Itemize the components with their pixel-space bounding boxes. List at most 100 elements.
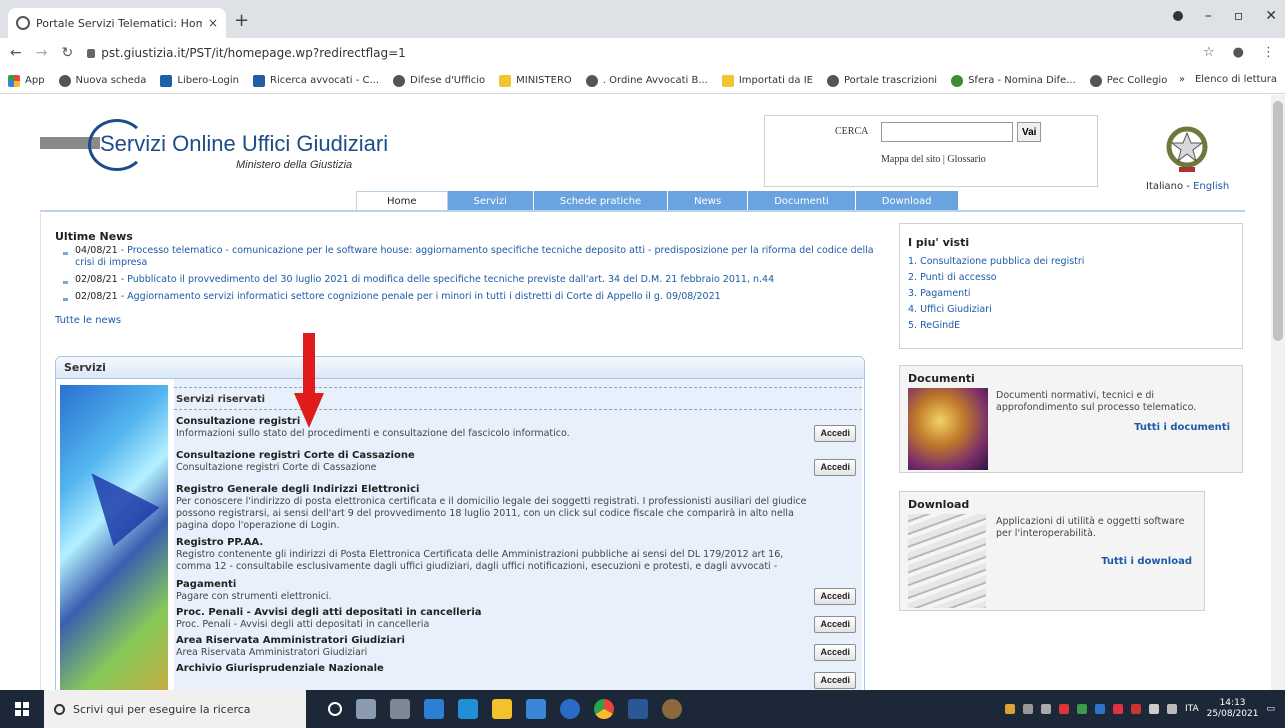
all-downloads-link[interactable]: Tutti i download (1101, 556, 1192, 567)
accedi-button[interactable]: Accedi (814, 644, 856, 661)
search-button[interactable]: Vai (1017, 122, 1042, 142)
accedi-button[interactable]: Accedi (814, 425, 856, 442)
restore-icon[interactable]: ▫ (1234, 8, 1244, 24)
menu-icon[interactable]: ⋮ (1262, 45, 1275, 60)
forward-icon[interactable]: → (36, 45, 48, 61)
accedi-button[interactable]: Accedi (814, 588, 856, 605)
service-name[interactable]: Archivio Giurisprudenziale Nazionale (176, 662, 856, 675)
scrollbar-thumb[interactable] (1273, 101, 1283, 341)
back-icon[interactable]: ← (10, 45, 22, 61)
news-item[interactable]: 02/08/21 - Pubblicato il provvedimento d… (63, 274, 883, 286)
lang-english[interactable]: English (1193, 181, 1229, 192)
news-item[interactable]: 04/08/21 - Processo telematico - comunic… (63, 245, 883, 269)
chrome-icon[interactable] (594, 699, 614, 719)
bookmarks-more-icon[interactable]: » (1179, 74, 1185, 85)
word-icon[interactable] (628, 699, 648, 719)
tab-news[interactable]: News (668, 191, 749, 211)
all-news-link[interactable]: Tutte le news (55, 315, 121, 326)
piu-visti-item[interactable]: 1. Consultazione pubblica dei registri (908, 254, 1084, 270)
piu-visti-item[interactable]: 4. Uffici Giudiziari (908, 302, 1084, 318)
calculator-icon[interactable] (390, 699, 410, 719)
start-button[interactable] (0, 702, 44, 716)
app-icon[interactable] (560, 699, 580, 719)
store-icon[interactable] (458, 699, 478, 719)
accedi-button[interactable]: Accedi (814, 616, 856, 633)
piu-visti-item[interactable]: 5. ReGindE (908, 318, 1084, 334)
bookmark-item[interactable]: MINISTERO (499, 74, 572, 87)
edge-icon[interactable] (424, 699, 444, 719)
scrollbar[interactable] (1271, 95, 1285, 690)
tab-home[interactable]: Home (356, 191, 448, 211)
cortana-icon[interactable] (328, 702, 342, 716)
notifications-icon[interactable]: ▭ (1266, 704, 1275, 714)
bookmark-label: MINISTERO (516, 75, 572, 86)
tab-servizi[interactable]: Servizi (447, 191, 534, 211)
task-view-icon[interactable] (356, 699, 376, 719)
reload-icon[interactable]: ↻ (61, 45, 73, 61)
download-title: Download (908, 498, 970, 511)
sitemap-glossary-links[interactable]: Mappa del sito | Glossario (881, 154, 986, 165)
explorer-icon[interactable] (492, 699, 512, 719)
news-item[interactable]: 02/08/21 - Aggiornamento servizi informa… (63, 291, 883, 303)
star-icon[interactable]: ☆ (1203, 45, 1215, 60)
profile-icon[interactable]: ● (1233, 45, 1244, 60)
bookmark-item[interactable]: Ricerca avvocati - C... (253, 74, 379, 87)
misc-app-icon[interactable] (662, 699, 682, 719)
news-link[interactable]: - Processo telematico - comunicazione pe… (75, 245, 874, 268)
news-link[interactable]: - Aggiornamento servizi informatici sett… (118, 291, 721, 302)
reading-list-button[interactable]: Elenco di lettura (1195, 74, 1277, 85)
bookmark-item[interactable]: Portale trascrizioni (826, 74, 937, 87)
tray-app-icon[interactable] (1058, 704, 1069, 714)
network-icon[interactable] (1148, 704, 1159, 714)
record-icon[interactable] (1172, 11, 1183, 21)
all-documents-link[interactable]: Tutti i documenti (1134, 422, 1230, 433)
search-input[interactable] (881, 122, 1013, 142)
tray-app-icon[interactable] (1130, 704, 1141, 714)
tab-download[interactable]: Download (855, 191, 959, 211)
mail-icon[interactable] (526, 699, 546, 719)
piu-visti-item[interactable]: 3. Pagamenti (908, 286, 1084, 302)
bookmark-item[interactable]: Difese d'Ufficio (393, 74, 486, 87)
service-name[interactable]: Consultazione registri (176, 415, 856, 428)
bookmark-item[interactable]: Pec Collegio (1089, 74, 1167, 87)
system-tray: ITA 14:13 25/08/2021 ▭ (1004, 690, 1285, 728)
clock[interactable]: 14:13 25/08/2021 (1207, 698, 1259, 720)
lang-italian[interactable]: Italiano (1146, 181, 1183, 192)
accedi-button[interactable]: Accedi (814, 672, 856, 689)
minimize-icon[interactable]: – (1205, 8, 1212, 24)
tab-documenti[interactable]: Documenti (748, 191, 856, 211)
service-name[interactable]: Registro PP.AA. (176, 536, 856, 549)
service-name[interactable]: Proc. Penali - Avvisi degli atti deposit… (176, 606, 856, 619)
service-name[interactable]: Pagamenti (176, 578, 856, 591)
bookmark-label: Nuova scheda (75, 75, 147, 86)
bookmark-item[interactable]: Nuova scheda (58, 74, 147, 87)
news-link[interactable]: - Pubblicato il provvedimento del 30 lug… (118, 274, 774, 285)
service-name[interactable]: Consultazione registri Corte di Cassazio… (176, 449, 856, 462)
service-name[interactable]: Registro Generale degli Indirizzi Elettr… (176, 483, 856, 496)
new-tab-button[interactable]: + (234, 10, 249, 31)
bookmark-item[interactable]: Sfera - Nomina Dife... (951, 74, 1076, 87)
bookmark-item[interactable]: . Ordine Avvocati B... (585, 74, 708, 87)
tray-app-icon[interactable] (1094, 704, 1105, 714)
url-field[interactable]: pst.giustizia.it/PST/it/homepage.wp?redi… (87, 46, 406, 60)
service-name[interactable]: Area Riservata Amministratori Giudiziari (176, 634, 856, 647)
tray-app-icon[interactable] (1004, 704, 1015, 714)
tray-app-icon[interactable] (1040, 704, 1051, 714)
taskbar-search[interactable]: Scrivi qui per eseguire la ricerca (44, 690, 306, 728)
site-title[interactable]: Servizi Online Uffici Giudiziari (100, 131, 388, 157)
piu-visti-item[interactable]: 2. Punti di accesso (908, 270, 1084, 286)
bookmark-label: Difese d'Ufficio (410, 75, 486, 86)
tray-app-icon[interactable] (1076, 704, 1087, 714)
tray-app-icon[interactable] (1112, 704, 1123, 714)
volume-icon[interactable] (1166, 704, 1177, 714)
close-tab-icon[interactable]: × (208, 16, 218, 30)
accedi-button[interactable]: Accedi (814, 459, 856, 476)
tab-schede-pratiche[interactable]: Schede pratiche (533, 191, 669, 211)
language-indicator[interactable]: ITA (1185, 704, 1199, 714)
bookmark-item[interactable]: Libero-Login (160, 74, 239, 87)
bookmark-item[interactable]: App (8, 74, 45, 87)
tray-app-icon[interactable] (1022, 704, 1033, 714)
close-window-icon[interactable]: ✕ (1265, 8, 1277, 24)
bookmark-item[interactable]: Importati da IE (721, 74, 813, 87)
browser-tab[interactable]: Portale Servizi Telematici: Home × (8, 8, 226, 38)
